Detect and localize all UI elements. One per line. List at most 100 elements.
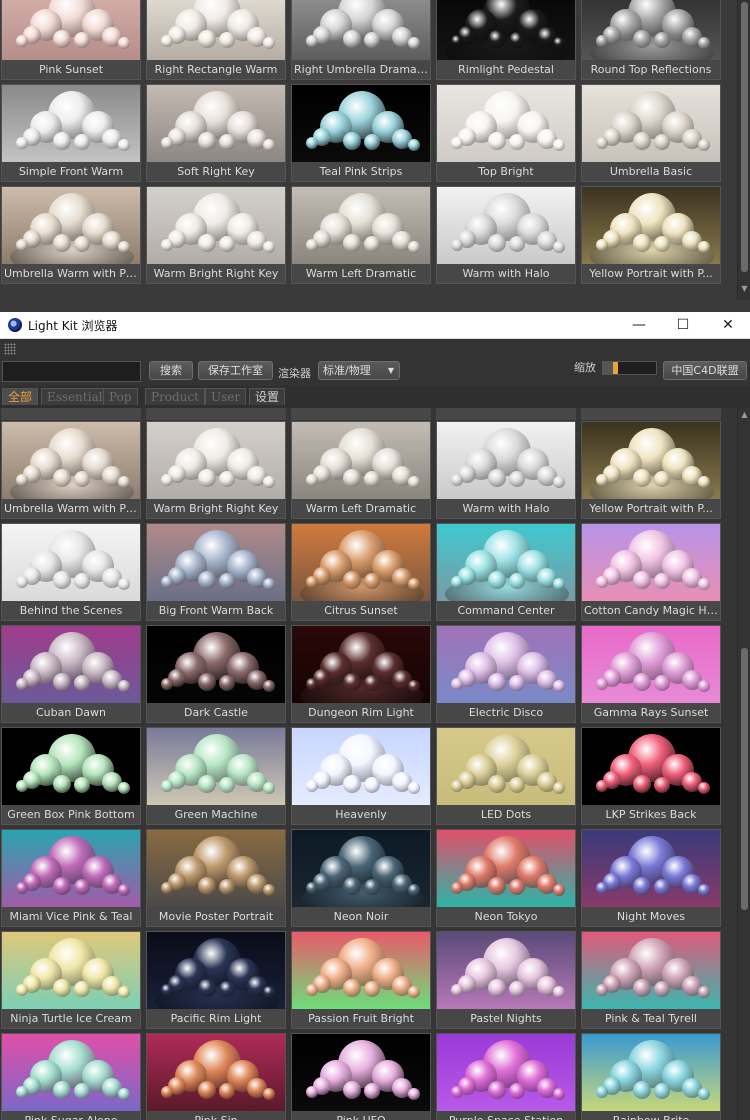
renderer-select[interactable]: 标准/物理 ▼ [318,361,400,380]
preset-label: Rimlight Pedestal [437,60,575,79]
preset-tile[interactable]: Heavenly [291,727,431,825]
sphere-shape [596,137,608,149]
sphere-shape [654,573,670,589]
preset-label: Simple Front Warm [2,162,140,181]
preset-tile[interactable]: Right Umbrella Dramatic [291,0,431,80]
preset-tile[interactable]: Pink & Teal Tyrell [581,931,721,1029]
preset-tile[interactable]: Command Center [436,523,576,621]
preset-tile[interactable]: Simple Front Warm [1,84,141,182]
grip-handle-icon[interactable] [4,343,16,355]
preset-tile[interactable]: Yellow Portrait with P... [581,421,721,519]
preset-tile[interactable]: Right Rectangle Warm [146,0,286,80]
scroll-up-arrow-icon[interactable]: ▲ [740,410,749,419]
tab-pop[interactable]: Pop [103,388,138,405]
tab-product[interactable]: Product [145,388,205,405]
preset-tile[interactable]: Citrus Sunset [291,523,431,621]
preset-tile[interactable]: Pink Sunset [1,0,141,80]
sphere-shape [219,236,235,252]
preset-tile[interactable]: Yellow Portrait with P... [581,186,721,284]
preset-tile[interactable]: Gamma Rays Sunset [581,625,721,723]
preset-tile[interactable]: Pastel Nights [436,931,576,1029]
zoom-slider-handle[interactable] [612,362,618,374]
sphere-shape [488,979,506,997]
preset-tile[interactable]: Miami Vice Pink & Teal [1,829,141,927]
preset-label: Warm with Halo [437,264,575,283]
preset-thumbnail [292,932,430,1010]
preset-tile[interactable]: Ninja Turtle Ice Cream [1,931,141,1029]
zoom-slider[interactable] [602,361,657,375]
search-input[interactable] [2,361,141,382]
preset-tile[interactable]: Warm with Halo [436,421,576,519]
preset-tile[interactable]: Cotton Candy Magic Hour [581,523,721,621]
preset-tile[interactable]: Green Machine [146,727,286,825]
preset-tile[interactable]: Rimlight Pedestal [436,0,576,80]
preset-label: Ninja Turtle Ice Cream [2,1009,140,1028]
maximize-button[interactable]: ☐ [661,312,705,339]
tab-user[interactable]: User [205,388,247,405]
sphere-shape [451,780,463,792]
sphere-shape [596,984,608,996]
content-scrollbar[interactable]: ▲ [737,408,750,1120]
preset-tile[interactable]: Electric Disco [436,625,576,723]
tab-全部[interactable]: 全部 [2,388,39,405]
preset-tile[interactable]: LED Dots [436,727,576,825]
preset-tile[interactable]: Warm Bright Right Key [146,421,286,519]
preset-tile[interactable]: Warm Bright Right Key [146,186,286,284]
preset-tile[interactable]: Night Moves [581,829,721,927]
top-scrollbar-thumb[interactable] [741,2,748,272]
sphere-shape [698,37,710,49]
preset-tile[interactable]: Neon Noir [291,829,431,927]
preset-tile[interactable]: Warm Left Dramatic [291,421,431,519]
preset-label: Gamma Rays Sunset [582,703,720,722]
preset-tile[interactable]: Umbrella Basic [581,84,721,182]
preset-tile[interactable]: Green Box Pink Bottom [1,727,141,825]
search-button[interactable]: 搜索 [149,361,193,380]
sphere-shape [698,680,710,692]
preset-tile[interactable]: Behind the Scenes [1,523,141,621]
tab-设置[interactable]: 设置 [249,388,286,405]
preset-tile[interactable]: Dungeon Rim Light [291,625,431,723]
sphere-shape [553,241,565,253]
preset-tile[interactable]: Dark Castle [146,625,286,723]
preset-tile[interactable]: Warm with Halo [436,186,576,284]
sphere-shape [16,780,28,792]
preset-tile[interactable]: Pacific Rim Light [146,931,286,1029]
preset-tile[interactable]: Round Top Reflections [581,0,721,80]
preset-thumbnail [147,422,285,500]
preset-tile[interactable]: Big Front Warm Back [146,523,286,621]
sphere-shape [118,884,130,896]
preset-tile[interactable]: Pink UFO [291,1033,431,1120]
preset-tile[interactable]: Movie Poster Portrait [146,829,286,927]
content-scrollbar-thumb[interactable] [741,648,748,910]
sphere-shape [53,775,71,793]
preset-tile[interactable]: Warm Left Dramatic [291,186,431,284]
preset-tile[interactable]: Cuban Dawn [1,625,141,723]
preset-thumbnail [582,0,720,61]
preset-tile[interactable]: Umbrella Warm with Ped... [1,421,141,519]
preset-tile[interactable]: Pink Sin [146,1033,286,1120]
sphere-shape [118,241,130,253]
preset-label: Night Moves [582,907,720,926]
minimize-button[interactable]: — [617,312,661,339]
preset-tile[interactable]: LKP Strikes Back [581,727,721,825]
preset-tile[interactable]: Teal Pink Strips [291,84,431,182]
sphere-shape [596,882,608,894]
preset-tile[interactable]: Umbrella Warm with Ped... [1,186,141,284]
top-scrollbar[interactable]: ▼ [737,0,750,300]
preset-tile[interactable]: Soft Right Key [146,84,286,182]
preset-tile[interactable]: Top Bright [436,84,576,182]
preset-tile[interactable]: Rainbow Brite [581,1033,721,1120]
sphere-shape [306,1086,318,1098]
preset-tile[interactable]: Neon Tokyo [436,829,576,927]
preset-tile[interactable]: Passion Fruit Bright [291,931,431,1029]
tab-essential[interactable]: Essential [41,388,109,405]
sphere-shape [16,678,28,690]
cinema4d-logo-icon [8,318,22,332]
sphere-shape [633,30,651,48]
preset-tile[interactable]: Pink Sugar Alone [1,1033,141,1120]
close-button[interactable]: ✕ [706,312,750,339]
save-workspace-button[interactable]: 保存工作室 [198,361,273,380]
c4d-union-button[interactable]: 中国C4D联盟 [663,361,747,380]
preset-tile[interactable]: Purple Space Station [436,1033,576,1120]
scroll-down-arrow-icon[interactable]: ▼ [740,284,749,293]
